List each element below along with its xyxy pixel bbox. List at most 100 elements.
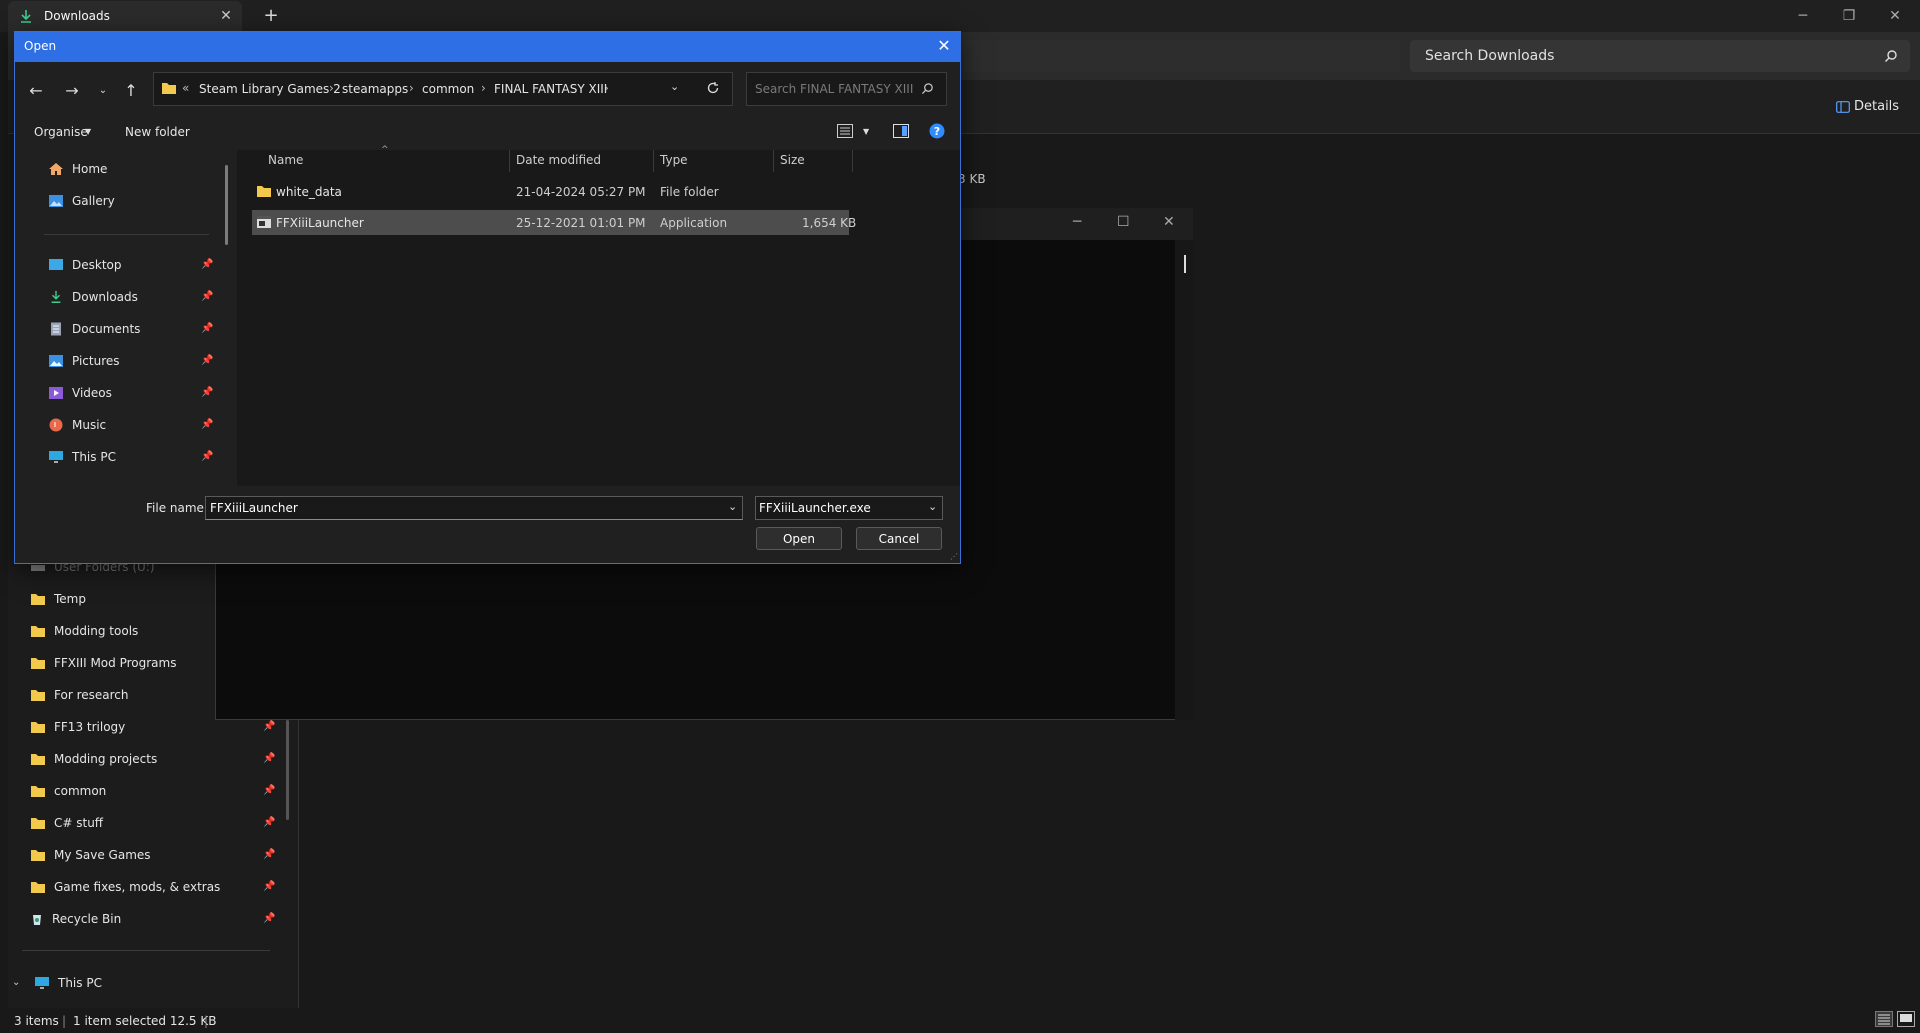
search-icon[interactable] bbox=[1884, 49, 1898, 63]
details-view-icon[interactable] bbox=[1875, 1011, 1893, 1027]
status-separator: | bbox=[62, 1014, 67, 1028]
breadcrumb-chevron-icon[interactable]: › bbox=[409, 81, 414, 95]
refresh-icon[interactable] bbox=[706, 81, 720, 95]
console-maximize-icon[interactable]: ☐ bbox=[1117, 214, 1130, 230]
nav-item[interactable]: Desktop 📌 bbox=[48, 254, 213, 276]
sidebar-item-label: Game fixes, mods, & extras bbox=[54, 880, 221, 894]
nav-item[interactable]: Home bbox=[48, 158, 107, 180]
organise-button[interactable]: Organise bbox=[34, 125, 88, 139]
file-name-cell: white_data bbox=[276, 185, 342, 199]
application-icon bbox=[256, 215, 272, 229]
sidebar-item-label: Modding tools bbox=[54, 624, 139, 638]
folder-icon bbox=[30, 784, 46, 798]
breadcrumb-chevron-icon[interactable]: › bbox=[604, 81, 609, 95]
nav-item-label: Videos bbox=[72, 386, 112, 400]
sidebar-item-this-pc[interactable]: This PC bbox=[34, 971, 102, 995]
sidebar-item[interactable]: Temp bbox=[30, 587, 86, 611]
chevron-down-icon[interactable]: ⌄ bbox=[12, 977, 20, 988]
nav-pane-scrollbar[interactable] bbox=[225, 165, 228, 245]
console-close-icon[interactable]: ✕ bbox=[1163, 214, 1175, 230]
breadcrumb-item[interactable]: common bbox=[422, 82, 474, 96]
new-folder-button[interactable]: New folder bbox=[125, 125, 190, 139]
tiles-view-icon[interactable] bbox=[1897, 1011, 1915, 1027]
nav-item[interactable]: Pictures 📌 bbox=[48, 350, 213, 372]
breadcrumb-chevron-icon[interactable]: › bbox=[329, 81, 334, 95]
column-separator[interactable] bbox=[773, 150, 774, 172]
nav-divider bbox=[44, 234, 209, 235]
breadcrumb-chevron-icon[interactable]: › bbox=[481, 81, 486, 95]
dialog-search-placeholder: Search FINAL FANTASY XIII bbox=[755, 82, 914, 96]
column-separator[interactable] bbox=[509, 150, 510, 172]
organise-dropdown-icon[interactable]: ▼ bbox=[85, 127, 91, 136]
sidebar-item[interactable]: Game fixes, mods, & extras 📌 bbox=[30, 875, 275, 899]
back-arrow-icon[interactable]: ← bbox=[24, 78, 48, 102]
sidebar-item[interactable]: FF13 trilogy 📌 bbox=[30, 715, 275, 739]
folder-icon bbox=[30, 624, 46, 638]
sidebar-item[interactable]: Recycle Bin 📌 bbox=[30, 907, 275, 931]
view-options-icon[interactable] bbox=[837, 124, 853, 138]
close-tab-icon[interactable]: ✕ bbox=[218, 8, 234, 24]
file-name-dropdown-icon[interactable]: ⌄ bbox=[728, 500, 737, 513]
preview-pane-icon[interactable] bbox=[893, 124, 909, 138]
status-separator: | bbox=[204, 1014, 209, 1028]
console-scrollbar[interactable] bbox=[1175, 240, 1193, 720]
console-minimize-icon[interactable]: ─ bbox=[1073, 214, 1081, 230]
breadcrumb-item[interactable]: Steam Library Games 2 bbox=[199, 82, 341, 96]
column-separator[interactable] bbox=[653, 150, 654, 172]
open-button[interactable]: Open bbox=[756, 527, 842, 550]
help-icon[interactable]: ? bbox=[929, 123, 945, 139]
search-icon[interactable] bbox=[921, 82, 934, 95]
recent-locations-chevron-icon[interactable]: ⌄ bbox=[91, 78, 115, 102]
console-scroll-thumb[interactable] bbox=[1184, 255, 1186, 273]
gallery-icon bbox=[48, 194, 64, 208]
details-button[interactable]: Details bbox=[1854, 99, 1899, 114]
nav-item-label: Documents bbox=[72, 322, 141, 336]
breadcrumb-item[interactable]: steamapps bbox=[342, 82, 408, 96]
sidebar-item[interactable]: For research bbox=[30, 683, 128, 707]
nav-item[interactable]: Gallery bbox=[48, 190, 115, 212]
close-window-icon[interactable]: ✕ bbox=[1872, 0, 1918, 32]
nav-item[interactable]: Downloads 📌 bbox=[48, 286, 213, 308]
cancel-button[interactable]: Cancel bbox=[856, 527, 942, 550]
column-header-size[interactable]: Size bbox=[780, 153, 805, 167]
restore-icon[interactable]: ❐ bbox=[1826, 0, 1872, 32]
minimize-icon[interactable]: ─ bbox=[1780, 0, 1826, 32]
nav-item[interactable]: Documents 📌 bbox=[48, 318, 213, 340]
address-field[interactable] bbox=[960, 40, 1400, 72]
pin-icon: 📌 bbox=[263, 721, 276, 732]
file-list bbox=[237, 150, 960, 486]
dialog-close-icon[interactable]: ✕ bbox=[934, 37, 954, 57]
folder-icon bbox=[256, 184, 272, 198]
sidebar-item[interactable]: C# stuff 📌 bbox=[30, 811, 275, 835]
pin-icon: 📌 bbox=[201, 259, 214, 270]
resize-grip-icon[interactable]: ⋰ bbox=[950, 552, 958, 561]
sidebar-item[interactable]: FFXIII Mod Programs bbox=[30, 651, 176, 675]
column-separator[interactable] bbox=[852, 150, 853, 172]
column-header-name[interactable]: Name bbox=[268, 153, 303, 167]
nav-item[interactable]: Music 📌 bbox=[48, 414, 213, 436]
sidebar-item[interactable]: My Save Games 📌 bbox=[30, 843, 275, 867]
folder-icon bbox=[30, 656, 46, 670]
sidebar-item[interactable]: common 📌 bbox=[30, 779, 275, 803]
folder-icon bbox=[30, 848, 46, 862]
nav-item[interactable]: Videos 📌 bbox=[48, 382, 213, 404]
view-dropdown-icon[interactable]: ▼ bbox=[863, 127, 869, 136]
sidebar-scrollbar[interactable] bbox=[286, 720, 289, 820]
file-type-dropdown-icon[interactable]: ⌄ bbox=[928, 500, 937, 513]
up-arrow-icon[interactable]: ↑ bbox=[119, 78, 143, 102]
sidebar-item-label: C# stuff bbox=[54, 816, 104, 830]
column-header-date[interactable]: Date modified bbox=[516, 153, 601, 167]
breadcrumb-overflow[interactable]: « bbox=[182, 81, 189, 95]
pc-icon bbox=[34, 976, 50, 990]
new-tab-button[interactable]: + bbox=[262, 7, 280, 25]
column-header-type[interactable]: Type bbox=[660, 153, 688, 167]
sidebar-item[interactable]: Modding tools bbox=[30, 619, 138, 643]
sidebar-item[interactable]: Modding projects 📌 bbox=[30, 747, 275, 771]
nav-item[interactable]: This PC 📌 bbox=[48, 446, 213, 468]
forward-arrow-icon[interactable]: → bbox=[60, 78, 84, 102]
sidebar-item-label: common bbox=[54, 784, 107, 798]
address-dropdown-chevron-icon[interactable]: ⌄ bbox=[670, 80, 679, 93]
sidebar-item-label: Temp bbox=[54, 592, 86, 606]
breadcrumb-item[interactable]: FINAL FANTASY XIII bbox=[494, 82, 607, 96]
dialog-title: Open bbox=[24, 39, 57, 53]
